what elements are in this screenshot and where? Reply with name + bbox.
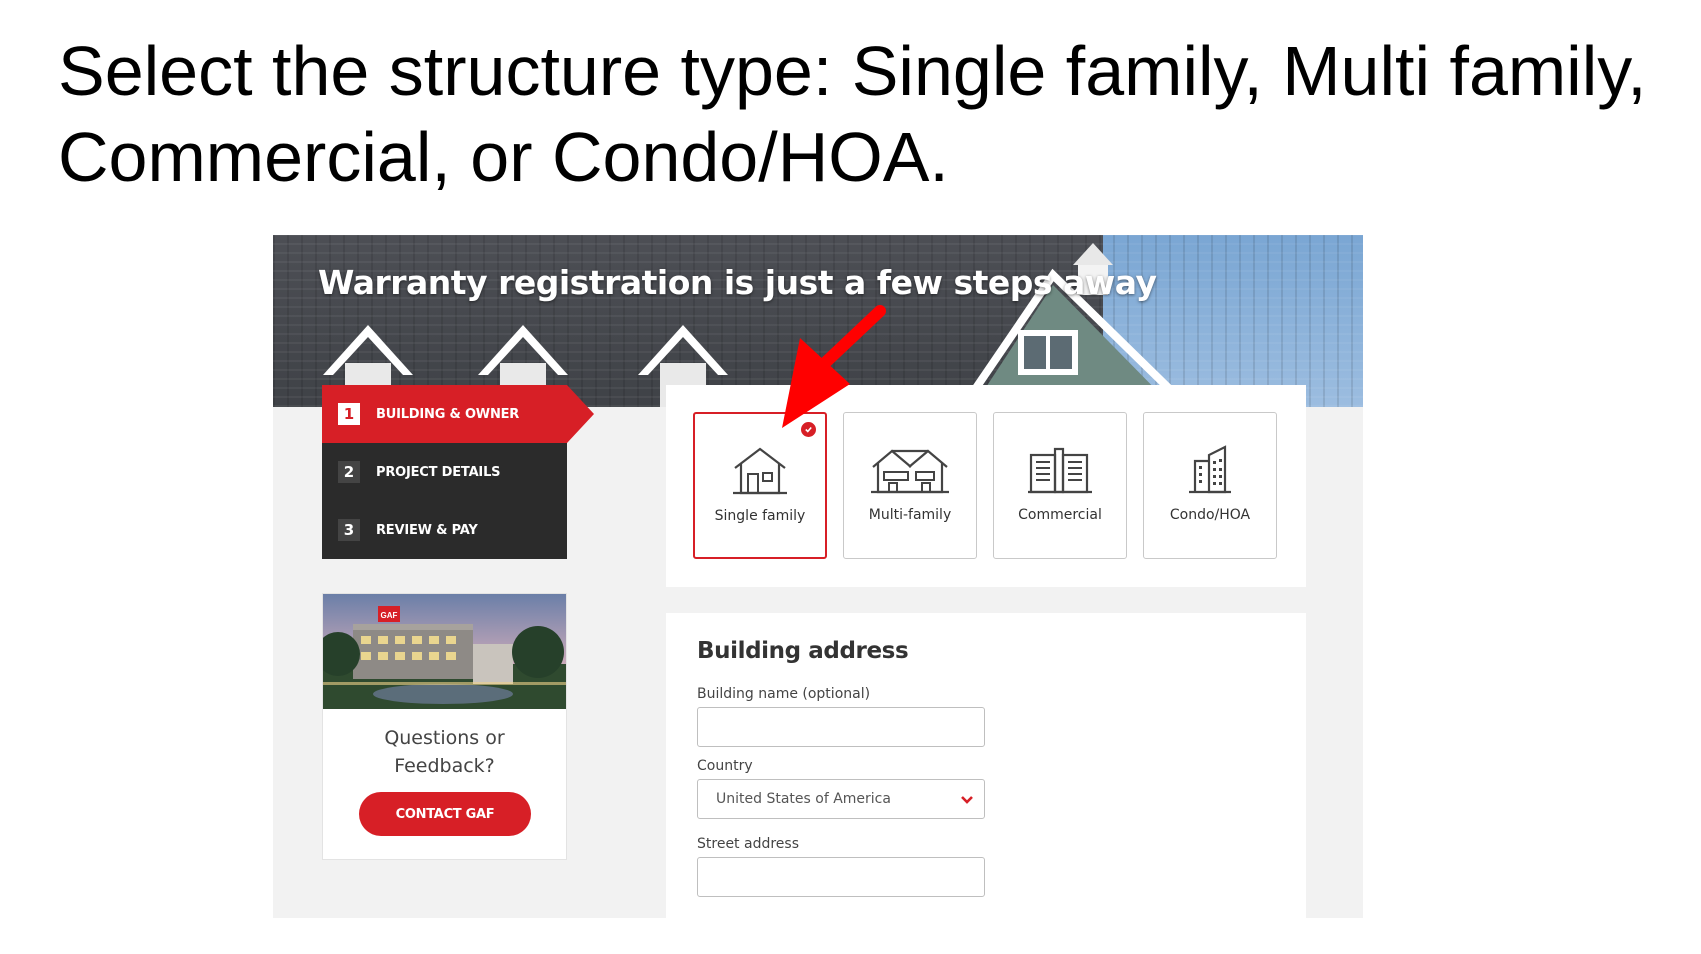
office-building-photo: GAF: [323, 594, 566, 709]
structure-option-condo-hoa[interactable]: Condo/HOA: [1143, 412, 1277, 559]
structure-option-label: Commercial: [1018, 507, 1102, 523]
commercial-building-icon: [994, 445, 1126, 495]
country-selected-value: United States of America: [716, 791, 891, 807]
questions-line1: Questions or: [384, 727, 505, 749]
step-project-details[interactable]: 2 PROJECT DETAILS: [322, 443, 567, 501]
warranty-registration-screenshot: Warranty registration is just a few step…: [273, 235, 1363, 918]
step-building-owner[interactable]: 1 BUILDING & OWNER: [322, 385, 594, 443]
step-number: 3: [338, 519, 360, 541]
selected-check-icon: [801, 422, 816, 437]
registration-steps-nav: 1 BUILDING & OWNER 2 PROJECT DETAILS 3 R…: [322, 385, 594, 559]
step-review-pay[interactable]: 3 REVIEW & PAY: [322, 501, 567, 559]
street-address-field[interactable]: [697, 857, 985, 897]
slide-instruction: Select the structure type: Single family…: [58, 32, 1647, 196]
questions-line2: Feedback?: [394, 755, 495, 777]
country-label: Country: [697, 758, 753, 774]
hero-title: Warranty registration is just a few step…: [318, 263, 1157, 302]
condo-building-icon: [1144, 445, 1276, 495]
structure-option-label: Condo/HOA: [1169, 507, 1251, 523]
questions-text: Questions or Feedback?: [323, 724, 566, 780]
step-label: REVIEW & PAY: [376, 522, 478, 538]
chevron-down-icon: [960, 792, 974, 810]
country-select[interactable]: United States of America: [697, 779, 985, 819]
structure-option-single-family[interactable]: Single family: [693, 412, 827, 559]
structure-option-label: Multi-family: [868, 507, 952, 523]
building-name-field[interactable]: [697, 707, 985, 747]
contact-card: GAF Questions or Feedback? CONTACT GAF: [322, 593, 567, 860]
building-address-heading: Building address: [697, 638, 909, 664]
step-label: PROJECT DETAILS: [376, 464, 501, 480]
building-address-form: Building address Building name (optional…: [666, 613, 1306, 918]
hero-banner: Warranty registration is just a few step…: [273, 235, 1363, 407]
building-name-label: Building name (optional): [697, 686, 871, 702]
structure-option-multi-family[interactable]: Multi-family: [843, 412, 977, 559]
house-illustration: [323, 243, 1191, 407]
street-address-label: Street address: [697, 836, 799, 852]
structure-option-commercial[interactable]: Commercial: [993, 412, 1127, 559]
contact-gaf-button[interactable]: CONTACT GAF: [359, 792, 531, 836]
step-label: BUILDING & OWNER: [376, 406, 520, 422]
structure-type-panel: Single family Multi-family Commercial Co…: [666, 385, 1306, 587]
step-number: 1: [338, 403, 360, 425]
gaf-sign: GAF: [381, 611, 398, 620]
structure-option-label: Single family: [714, 508, 806, 524]
step-number: 2: [338, 461, 360, 483]
single-family-house-icon: [695, 446, 825, 496]
multi-family-house-icon: [844, 445, 976, 495]
